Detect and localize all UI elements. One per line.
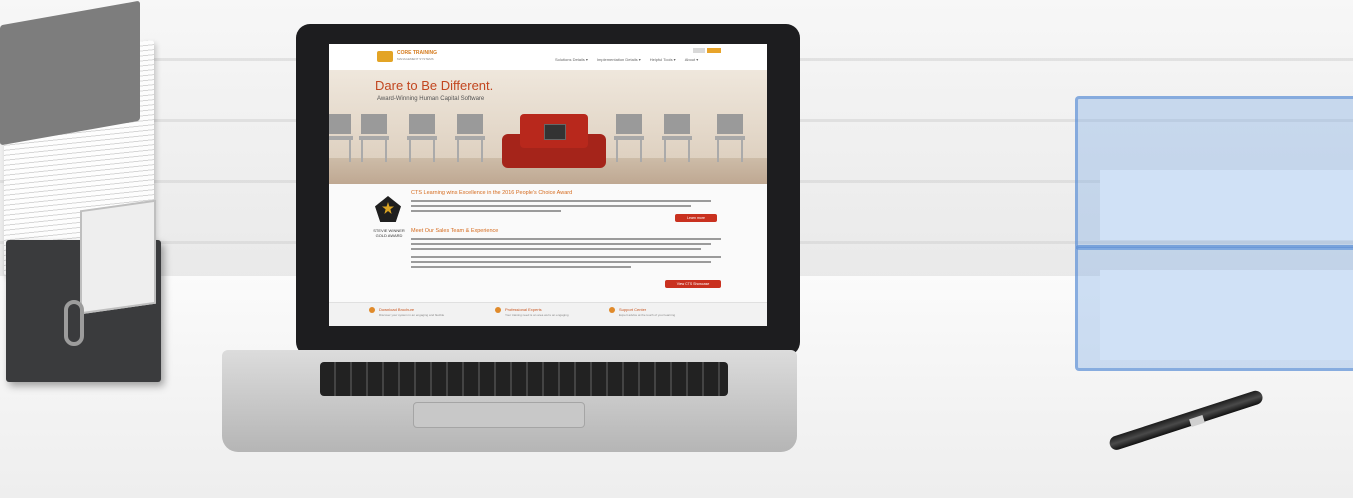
text-line (411, 205, 691, 207)
chair (359, 114, 389, 162)
learn-more-button[interactable]: Learn more (675, 214, 717, 222)
site-logo-icon[interactable] (377, 51, 393, 62)
video-thumbnail[interactable] (544, 124, 566, 140)
site-footer: Download Brochure Discover your system i… (329, 302, 767, 326)
text-line (411, 243, 711, 245)
laptop-trackpad (413, 402, 585, 428)
nav-item-about[interactable]: About ▾ (685, 57, 699, 62)
footer-item-title[interactable]: Professional Experts (505, 307, 542, 312)
text-line (411, 210, 561, 212)
chair (715, 114, 745, 162)
red-armchair (502, 114, 606, 168)
hero-banner: Dare to Be Different. Award-Winning Huma… (329, 70, 767, 184)
text-line (411, 248, 701, 250)
photo-scene: CORE TRAINING MANAGEMENT SYSTEMS Solutio… (0, 0, 1353, 498)
footer-item-sub: Expert advice at the touch of your learn… (619, 313, 676, 317)
footer-item-sub: Discover your system in an engaging and … (379, 313, 445, 317)
site-logo-text[interactable]: CORE TRAINING (397, 50, 437, 56)
binder-ring (64, 300, 84, 346)
footer-item-sub: Your training need is an area we're an e… (505, 313, 569, 317)
letter-tray-top (1075, 96, 1353, 250)
footer-item-title[interactable]: Download Brochure (379, 307, 414, 312)
support-icon (609, 307, 615, 313)
letter-tray-bottom (1075, 245, 1353, 371)
hero-subtitle: Award-Winning Human Capital Software (377, 96, 485, 102)
section2-heading: Meet Our Sales Team & Experience (411, 228, 499, 234)
laptop-screen: CORE TRAINING MANAGEMENT SYSTEMS Solutio… (329, 44, 767, 326)
site-nav: Solutions Details ▾ Implementation Detai… (555, 57, 698, 62)
award-text: STEVIE WINNER GOLD AWARD (373, 228, 405, 238)
text-line (411, 200, 711, 202)
experts-icon (495, 307, 501, 313)
content-section: STEVIE WINNER GOLD AWARD CTS Learning wi… (329, 184, 767, 302)
text-line (411, 266, 631, 268)
chair (614, 114, 644, 162)
text-line (411, 256, 721, 258)
site-header: CORE TRAINING MANAGEMENT SYSTEMS Solutio… (329, 44, 767, 71)
footer-item-title[interactable]: Support Center (619, 307, 646, 312)
chair (455, 114, 485, 162)
text-line (411, 261, 711, 263)
nav-item-solutions[interactable]: Solutions Details ▾ (555, 57, 588, 62)
login-button[interactable] (707, 48, 721, 53)
hero-title: Dare to Be Different. (375, 78, 494, 93)
section1-heading: CTS Learning wins Excellence in the 2016… (411, 190, 573, 196)
text-line (411, 238, 721, 240)
nav-item-tools[interactable]: Helpful Tools ▾ (650, 57, 676, 62)
nav-item-implementation[interactable]: Implementation Details ▾ (597, 57, 641, 62)
download-icon (369, 307, 375, 313)
chair (407, 114, 437, 162)
laptop-keyboard (320, 362, 728, 396)
view-showcase-button[interactable]: View CTS Showcase (665, 280, 721, 288)
binder-label (80, 199, 156, 315)
site-logo-sub: MANAGEMENT SYSTEMS (397, 57, 434, 61)
binder-cover (0, 0, 140, 146)
chair (662, 114, 692, 162)
chair (329, 114, 353, 162)
util-link[interactable] (693, 48, 705, 53)
